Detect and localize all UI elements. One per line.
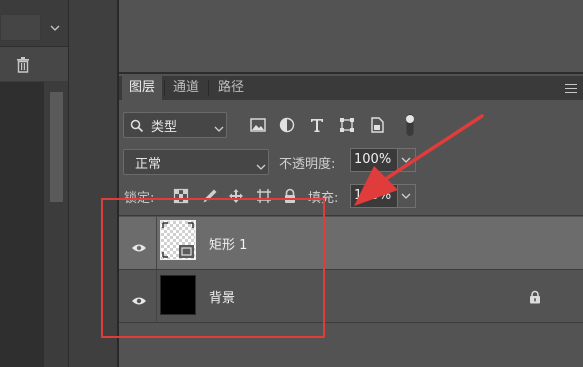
chevron-down-icon [214,118,224,137]
search-icon [130,118,144,137]
tab-channels[interactable]: 通道 [166,76,206,100]
divider [164,80,165,96]
trash-icon[interactable] [14,56,32,74]
tab-layers[interactable]: 图层 [122,76,162,100]
filter-kind-label: 类型 [151,120,178,135]
tab-paths[interactable]: 路径 [210,76,252,100]
blend-mode-value: 正常 [135,157,162,172]
chevron-down-icon [256,156,266,175]
left-panel-field[interactable] [0,14,41,41]
canvas-area [0,82,44,367]
image-filter-icon[interactable] [249,116,267,134]
lock-icon[interactable] [529,289,541,304]
left-toolbar [0,47,68,81]
type-filter-icon[interactable] [308,116,326,134]
annotation-arrow [354,114,484,206]
annotation-box [101,198,325,338]
panel-menu-icon[interactable] [565,84,577,93]
chevron-down-icon[interactable] [50,24,60,35]
divider [208,80,209,96]
opacity-label: 不透明度: [279,157,336,172]
adjustment-filter-icon[interactable] [278,116,296,134]
scrollbar-thumb[interactable] [50,92,63,202]
upper-panel [119,0,583,74]
